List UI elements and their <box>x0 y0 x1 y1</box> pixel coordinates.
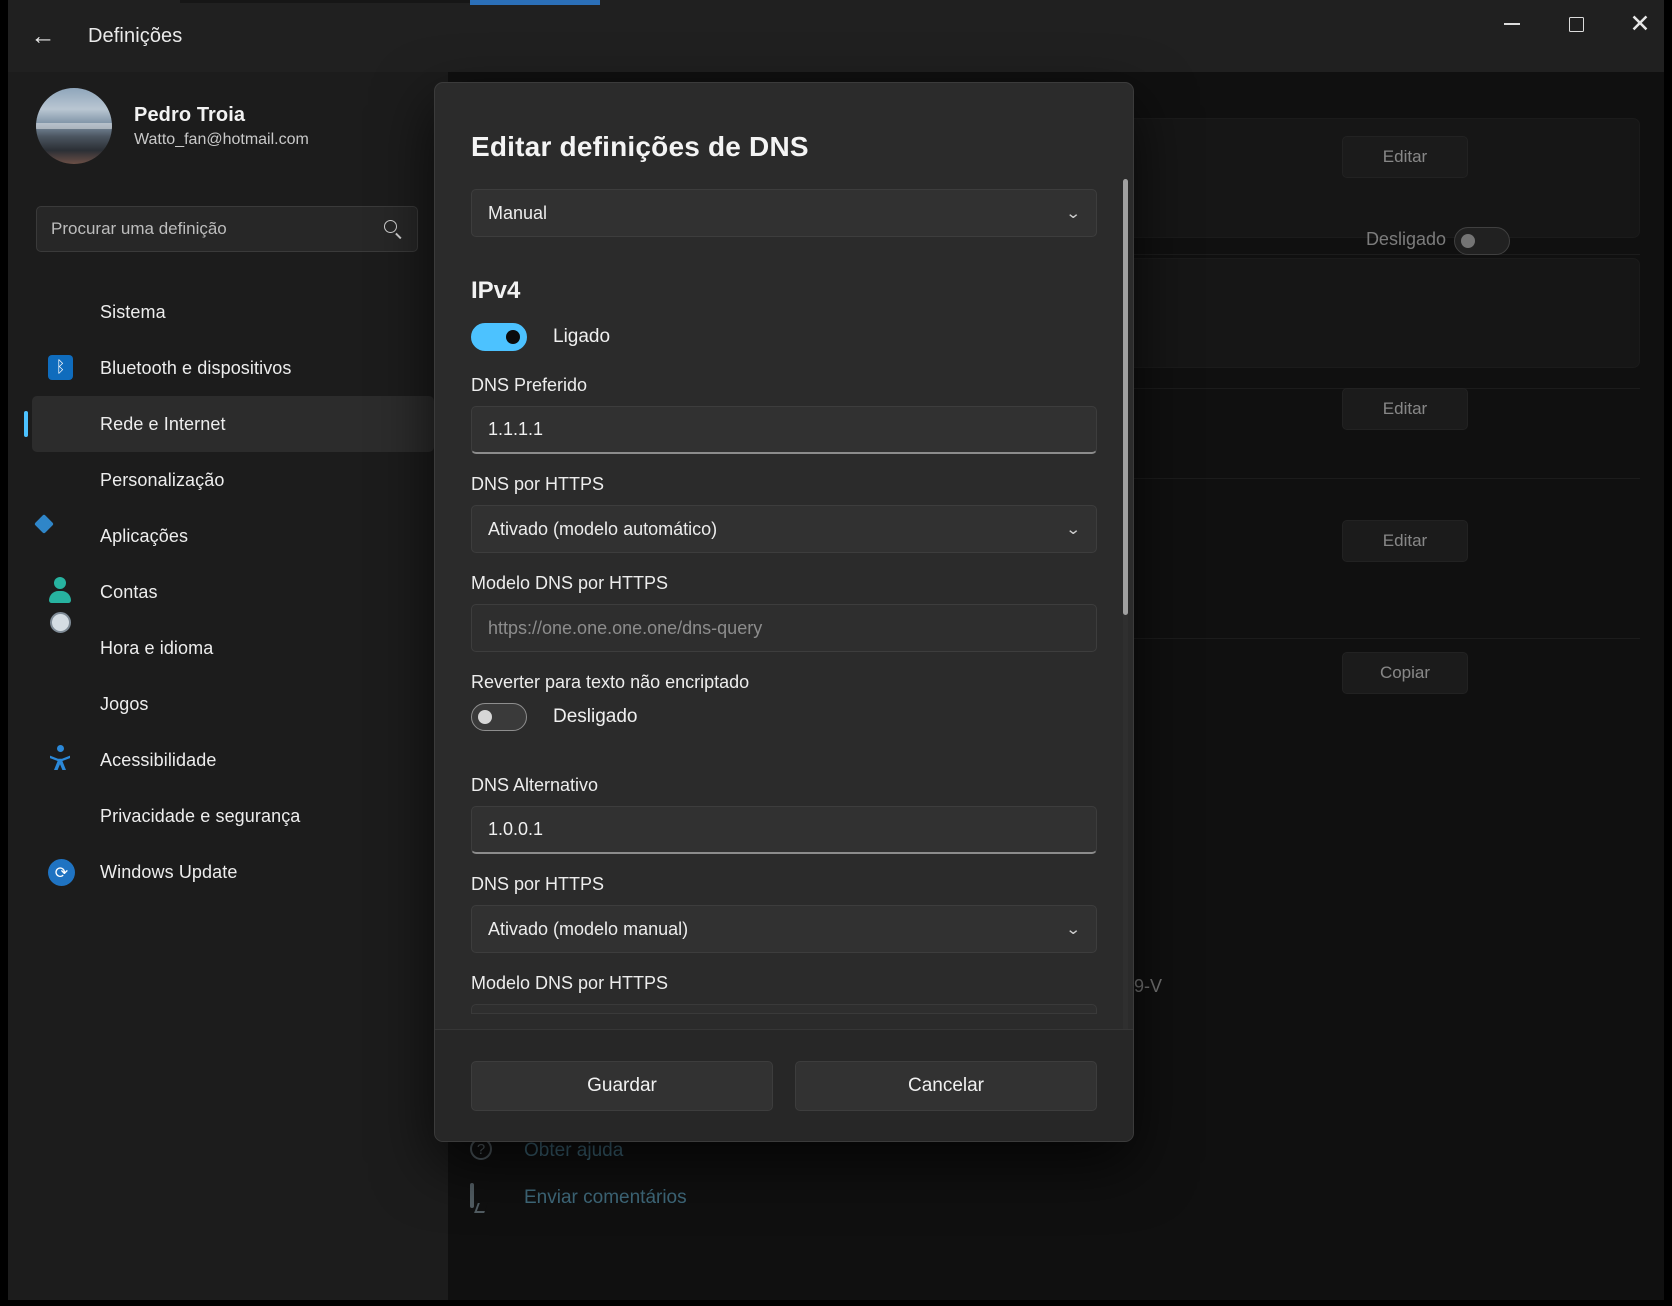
sidebar-item-privacidade-e-seguranca[interactable]: Privacidade e segurança <box>32 788 434 844</box>
sidebar-item-label: Acessibilidade <box>100 750 216 771</box>
sidebar-item-hora-e-idioma[interactable]: Hora e idioma <box>32 620 434 676</box>
ipv4-heading: IPv4 <box>471 277 1097 305</box>
window-controls: ✕ <box>1480 0 1672 72</box>
close-button[interactable]: ✕ <box>1608 0 1672 48</box>
dialog-footer: Guardar Cancelar <box>435 1029 1133 1141</box>
chevron-down-icon: ⌄ <box>1066 520 1082 538</box>
avatar <box>36 88 112 164</box>
preferred-template-input[interactable]: https://one.one.one.one/dns-query <box>471 604 1097 652</box>
alternate-template-input[interactable] <box>471 1004 1097 1014</box>
shield-icon <box>48 801 78 831</box>
fallback-toggle[interactable] <box>471 703 527 731</box>
alternate-template-label: Modelo DNS por HTTPS <box>471 973 1097 994</box>
settings-window: ← Definições ✕ Editar ção de dados Desli… <box>0 0 1672 1306</box>
chevron-down-icon: ⌄ <box>1066 204 1082 222</box>
dns-mode-dropdown[interactable]: Manual ⌄ <box>471 189 1097 237</box>
sidebar-item-label: Windows Update <box>100 862 237 883</box>
ipv4-toggle[interactable] <box>471 323 527 351</box>
sidebar-item-contas[interactable]: Contas <box>32 564 434 620</box>
sidebar-item-label: Aplicações <box>100 526 188 547</box>
sidebar-nav: Sistema ᛒ Bluetooth e dispositivos Rede … <box>8 284 448 900</box>
back-arrow-icon[interactable]: ← <box>20 13 66 59</box>
close-icon: ✕ <box>1630 12 1651 37</box>
sidebar-item-label: Privacidade e segurança <box>100 806 300 827</box>
gamepad-icon <box>48 689 78 719</box>
monitor-icon <box>48 297 78 327</box>
search-icon <box>384 220 403 239</box>
profile-card[interactable]: Pedro Troia Watto_fan@hotmail.com <box>8 72 448 164</box>
preferred-template-label: Modelo DNS por HTTPS <box>471 573 1097 594</box>
cancel-button[interactable]: Cancelar <box>795 1061 1097 1111</box>
dialog-scroll-area: Editar definições de DNS Manual ⌄ IPv4 L… <box>435 83 1133 1029</box>
maximize-icon <box>1569 17 1584 32</box>
clock-globe-icon <box>48 633 78 663</box>
minimize-button[interactable] <box>1480 0 1544 48</box>
dns-settings-dialog: Editar definições de DNS Manual ⌄ IPv4 L… <box>434 82 1134 1142</box>
wifi-icon <box>48 409 78 439</box>
sidebar-item-sistema[interactable]: Sistema <box>32 284 434 340</box>
fallback-toggle-label: Desligado <box>553 706 638 728</box>
window-frame-left <box>0 0 8 1306</box>
profile-name: Pedro Troia <box>134 104 309 127</box>
preferred-doh-value: Ativado (modelo automático) <box>488 519 717 540</box>
window-frame-bottom <box>0 1300 1672 1306</box>
preferred-dns-label: DNS Preferido <box>471 375 1097 396</box>
alternate-doh-label: DNS por HTTPS <box>471 874 1097 895</box>
alternate-dns-label: DNS Alternativo <box>471 775 1097 796</box>
sidebar-item-acessibilidade[interactable]: Acessibilidade <box>32 732 434 788</box>
alternate-doh-dropdown[interactable]: Ativado (modelo manual) ⌄ <box>471 905 1097 953</box>
fallback-plaintext-label: Reverter para texto não encriptado <box>471 672 1097 693</box>
sidebar-item-bluetooth[interactable]: ᛒ Bluetooth e dispositivos <box>32 340 434 396</box>
fallback-toggle-row[interactable]: Desligado <box>471 703 1097 731</box>
window-peek-accent <box>470 0 600 5</box>
sidebar-item-label: Bluetooth e dispositivos <box>100 358 292 379</box>
sidebar: Pedro Troia Watto_fan@hotmail.com Sistem… <box>8 72 448 1300</box>
preferred-doh-dropdown[interactable]: Ativado (modelo automático) ⌄ <box>471 505 1097 553</box>
sidebar-item-label: Hora e idioma <box>100 638 213 659</box>
sidebar-item-label: Jogos <box>100 694 149 715</box>
ipv4-toggle-row[interactable]: Ligado <box>471 323 1097 351</box>
alternate-doh-value: Ativado (modelo manual) <box>488 919 688 940</box>
preferred-doh-label: DNS por HTTPS <box>471 474 1097 495</box>
title-bar: ← Definições ✕ <box>0 0 1672 72</box>
save-button[interactable]: Guardar <box>471 1061 773 1111</box>
apps-icon <box>48 521 78 551</box>
minimize-icon <box>1504 23 1520 25</box>
maximize-button[interactable] <box>1544 0 1608 48</box>
person-icon <box>48 577 78 607</box>
window-peek-strip <box>180 0 470 3</box>
search-input[interactable] <box>51 219 384 239</box>
sidebar-item-aplicacoes[interactable]: Aplicações <box>32 508 434 564</box>
sidebar-item-label: Contas <box>100 582 158 603</box>
accessibility-icon <box>48 745 78 775</box>
search-box[interactable] <box>36 206 418 252</box>
sidebar-item-label: Sistema <box>100 302 166 323</box>
window-title: Definições <box>88 25 182 48</box>
profile-email: Watto_fan@hotmail.com <box>134 131 309 149</box>
sidebar-item-personalizacao[interactable]: Personalização <box>32 452 434 508</box>
sidebar-item-jogos[interactable]: Jogos <box>32 676 434 732</box>
alternate-dns-input[interactable]: 1.0.0.1 <box>471 806 1097 854</box>
window-frame-right <box>1664 0 1672 1306</box>
dialog-scrollbar-thumb[interactable] <box>1123 179 1128 615</box>
sidebar-item-rede-e-internet[interactable]: Rede e Internet <box>32 396 434 452</box>
update-icon: ⟳ <box>48 857 78 887</box>
dialog-title: Editar definições de DNS <box>471 131 1097 163</box>
dns-mode-value: Manual <box>488 203 547 224</box>
paintbrush-icon <box>48 465 78 495</box>
chevron-down-icon: ⌄ <box>1066 920 1082 938</box>
bluetooth-icon: ᛒ <box>48 353 78 383</box>
sidebar-item-label: Personalização <box>100 470 224 491</box>
sidebar-item-label: Rede e Internet <box>100 414 226 435</box>
ipv4-toggle-label: Ligado <box>553 326 610 348</box>
sidebar-item-windows-update[interactable]: ⟳ Windows Update <box>32 844 434 900</box>
preferred-dns-input[interactable]: 1.1.1.1 <box>471 406 1097 454</box>
